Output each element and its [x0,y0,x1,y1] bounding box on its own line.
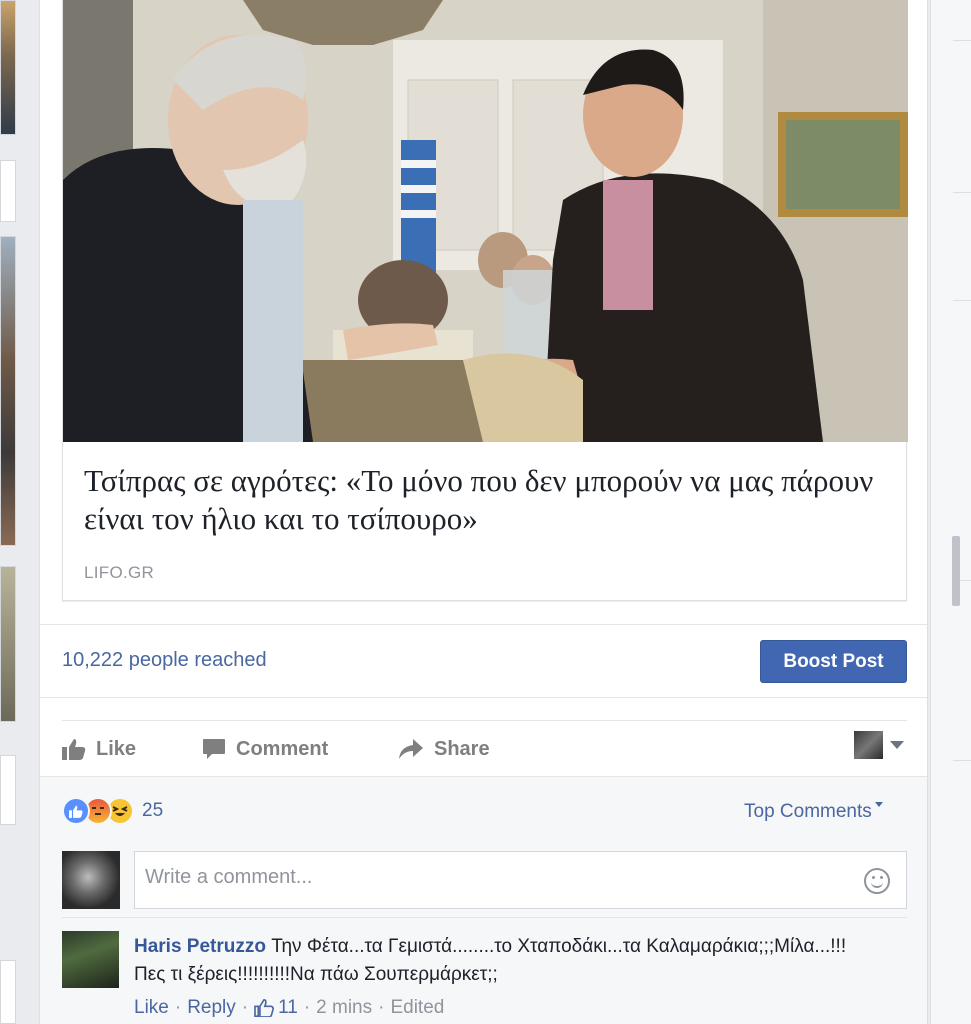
separator-dot: · [241,997,249,1018]
left-feed-card [0,960,16,1024]
left-feed-card [0,755,16,825]
divider [953,192,971,193]
top-comments-label: Top Comments [744,801,872,822]
comment-button[interactable]: Comment [202,735,328,763]
post-actions-bar: Like Comment Share [62,720,907,776]
boost-post-button[interactable]: Boost Post [760,640,907,683]
comment-body: Haris Petruzzo Την Φέτα...τα Γεμιστά....… [134,933,874,989]
divider [953,300,971,301]
separator-dot: · [303,997,311,1018]
left-feed-thumbnail[interactable] [0,236,16,546]
comment-reply-link[interactable]: Reply [187,997,236,1019]
left-feed-thumbnail[interactable] [0,566,16,722]
link-preview-card[interactable]: Τσίπρας σε αγρότες: «Το μόνο που δεν μπο… [62,0,908,601]
comments-section: 25 Top Comments Write a comment... Haris… [40,776,927,1024]
reactions-summary[interactable]: 25 [62,797,163,825]
page-avatar [854,731,883,759]
separator-dot: · [378,997,385,1018]
caret-down-icon [890,741,904,749]
link-title[interactable]: Τσίπρας σε αγρότες: «Το μόνο που δεν μπο… [84,462,894,538]
smiley-icon[interactable] [864,868,890,894]
scrollbar-thumb[interactable] [952,536,960,606]
separator-dot: · [174,997,182,1018]
comment-input-placeholder: Write a comment... [145,866,313,888]
share-arrow-icon [399,739,423,759]
commenter-avatar[interactable] [62,931,119,988]
like-label: Like [96,737,137,760]
comment-likes[interactable]: 11 [254,997,298,1019]
left-feed-thumbnail[interactable] [0,0,16,135]
comment-bubble-icon [203,739,225,759]
divider [953,40,971,41]
link-preview-image[interactable] [63,0,908,442]
right-sidebar-edge [930,0,971,1024]
current-user-avatar[interactable] [62,851,120,909]
share-label: Share [434,737,490,760]
like-button[interactable]: Like [62,735,136,763]
thumbs-up-icon [62,739,86,760]
comment-as-selector[interactable] [854,730,906,760]
comment-timestamp[interactable]: 2 mins [316,997,372,1019]
like-reaction-icon [62,797,90,825]
thumbs-up-outline-icon [254,999,275,1017]
comment-composer: Write a comment... [62,849,907,909]
people-reached-link[interactable]: 10,222 people reached [62,649,267,672]
share-button[interactable]: Share [398,735,490,763]
comment-input[interactable]: Write a comment... [134,851,907,909]
feed-post: Τσίπρας σε αγρότες: «Το μόνο που δεν μπο… [39,0,928,1024]
comment-item: Haris Petruzzo Την Φέτα...τα Γεμιστά....… [62,931,907,1024]
left-feed-card [0,160,16,222]
post-insights-bar: 10,222 people reached Boost Post [40,624,927,698]
comment-edited-label[interactable]: Edited [390,997,444,1019]
comment-meta: Like · Reply · 11 · 2 mins · Edited [134,997,444,1019]
left-feed-edge [0,0,22,1024]
divider [62,917,907,918]
caret-down-icon [874,802,883,807]
news-photo [63,0,908,442]
comment-order-dropdown[interactable]: Top Comments [744,801,883,823]
comment-author-link[interactable]: Haris Petruzzo [134,936,266,957]
divider [953,760,971,761]
reaction-count: 25 [142,800,164,821]
comment-like-count: 11 [278,997,298,1018]
link-source-domain: LIFO.GR [84,563,155,582]
comment-like-link[interactable]: Like [134,997,169,1019]
comment-label: Comment [236,737,329,760]
